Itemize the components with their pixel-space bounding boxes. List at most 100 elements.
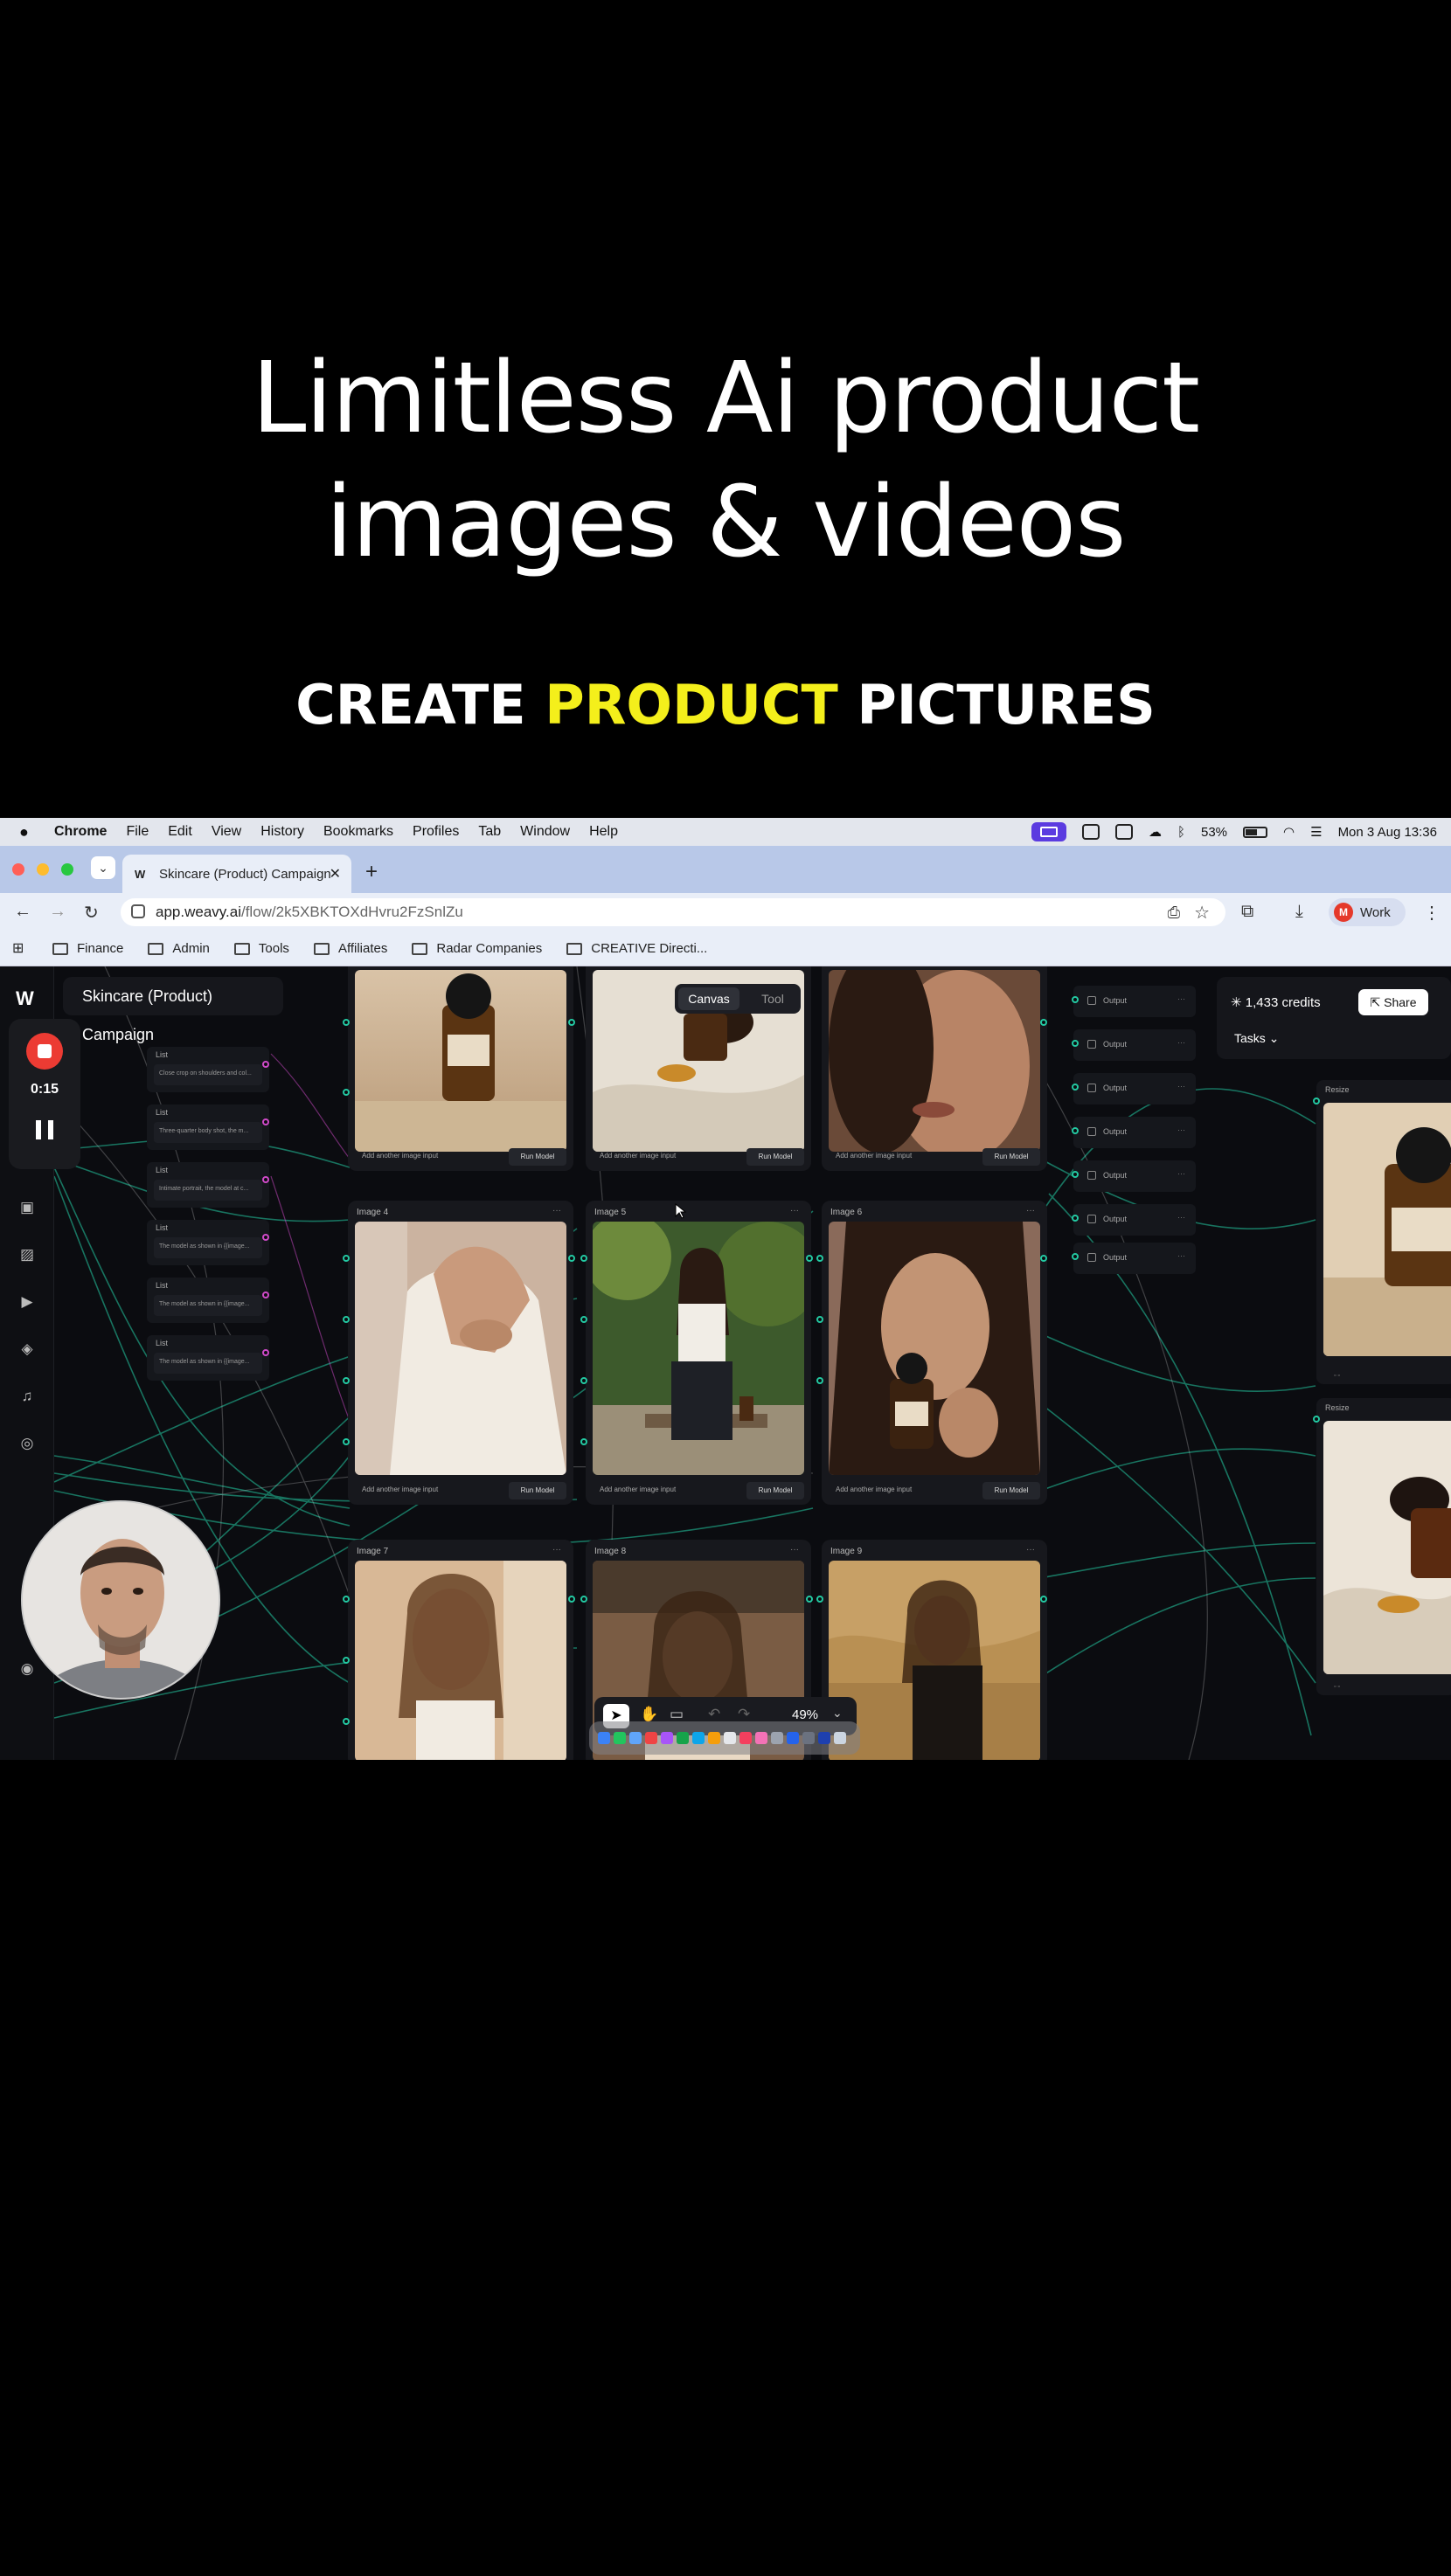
output-node[interactable]: Output ··· bbox=[1073, 1073, 1196, 1104]
resize-input-port[interactable] bbox=[1313, 1098, 1320, 1104]
resize-input-port[interactable] bbox=[1313, 1416, 1320, 1423]
image-node-top-3[interactable]: Add another image input Run Model bbox=[822, 966, 1047, 1171]
list-node-text[interactable]: Intimate portrait, the model at c... bbox=[154, 1180, 262, 1201]
menu-view[interactable]: View bbox=[212, 824, 241, 840]
image-node-7[interactable]: Image 7 ··· bbox=[348, 1540, 573, 1760]
list-node-text[interactable]: The model as shown in {{image... bbox=[154, 1353, 262, 1374]
node-input-port[interactable] bbox=[343, 1255, 350, 1262]
output-node[interactable]: Output ··· bbox=[1073, 1117, 1196, 1148]
more-icon[interactable]: ··· bbox=[1026, 1206, 1035, 1215]
messages-icon[interactable] bbox=[614, 1732, 626, 1744]
wifi-icon[interactable]: ◠ bbox=[1283, 824, 1295, 840]
bluetooth-icon[interactable]: ᛒ bbox=[1177, 825, 1185, 840]
node-output-port[interactable] bbox=[568, 1255, 575, 1262]
node-output-port[interactable] bbox=[1040, 1255, 1047, 1262]
node-input-port[interactable] bbox=[580, 1377, 587, 1384]
image-node-top-1[interactable]: Add another image input Run Model bbox=[348, 966, 573, 1171]
globe-icon[interactable]: ◎ bbox=[17, 1435, 37, 1454]
more-icon[interactable]: ··· bbox=[1177, 1125, 1185, 1134]
list-output-port[interactable] bbox=[262, 1234, 269, 1241]
notes-icon[interactable] bbox=[708, 1732, 720, 1744]
list-node[interactable]: List The model as shown in {{image... bbox=[147, 1335, 269, 1381]
app-icon[interactable] bbox=[818, 1732, 830, 1744]
downloads-icon[interactable] bbox=[802, 1732, 815, 1744]
output-port[interactable] bbox=[1072, 1040, 1079, 1047]
tab-canvas[interactable]: Canvas bbox=[678, 987, 739, 1010]
music-icon[interactable]: ♫ bbox=[17, 1388, 37, 1407]
node-input-port[interactable] bbox=[816, 1255, 823, 1262]
bookmark-finance[interactable]: Finance bbox=[52, 941, 123, 956]
extensions-icon[interactable]: ⧉ bbox=[1241, 902, 1253, 922]
more-icon[interactable]: ··· bbox=[1177, 1169, 1185, 1178]
weavy-logo-icon[interactable]: W bbox=[16, 987, 34, 1010]
list-node-text[interactable]: The model as shown in {{image... bbox=[154, 1237, 262, 1258]
hand-pan-icon[interactable]: ✋ bbox=[640, 1706, 658, 1723]
node-input-port[interactable] bbox=[343, 1089, 350, 1096]
list-output-port[interactable] bbox=[262, 1291, 269, 1298]
list-node[interactable]: List The model as shown in {{image... bbox=[147, 1220, 269, 1265]
project-title[interactable]: Skincare (Product) Campaign bbox=[63, 977, 283, 1043]
more-icon[interactable]: ··· bbox=[1177, 1038, 1185, 1047]
chrome-menu-icon[interactable]: ⋮ bbox=[1423, 902, 1441, 924]
add-image-input-button[interactable]: Add another image input bbox=[600, 1485, 676, 1493]
more-icon[interactable]: ··· bbox=[1177, 994, 1185, 1003]
screen-share-icon[interactable] bbox=[1031, 822, 1066, 841]
app-icon[interactable] bbox=[692, 1732, 705, 1744]
photos-icon[interactable] bbox=[755, 1732, 767, 1744]
redo-icon[interactable]: ↷ bbox=[738, 1706, 750, 1723]
discord-icon[interactable]: ◉ bbox=[17, 1660, 37, 1679]
output-port[interactable] bbox=[1072, 996, 1079, 1003]
back-arrow-icon[interactable]: ← bbox=[14, 902, 31, 922]
node-input-port[interactable] bbox=[343, 1657, 350, 1664]
trash-icon[interactable] bbox=[834, 1732, 846, 1744]
output-node[interactable]: Output ··· bbox=[1073, 1029, 1196, 1061]
node-input-port[interactable] bbox=[580, 1255, 587, 1262]
address-bar[interactable]: app.weavy.ai/flow/2k5XBKTOXdHvru2FzSnlZu… bbox=[121, 898, 1225, 926]
image-node-5[interactable]: Image 5 ··· Add another image input Run Mo… bbox=[586, 1201, 811, 1505]
list-node-text[interactable]: The model as shown in {{image... bbox=[154, 1295, 262, 1316]
more-icon[interactable]: ··· bbox=[552, 1545, 561, 1555]
recorder-icon[interactable] bbox=[1081, 824, 1100, 840]
run-model-button[interactable]: Run Model bbox=[982, 1482, 1040, 1499]
node-input-port[interactable] bbox=[580, 1596, 587, 1603]
music-icon[interactable] bbox=[739, 1732, 752, 1744]
node-output-port[interactable] bbox=[1040, 1019, 1047, 1026]
undo-icon[interactable]: ↶ bbox=[708, 1706, 720, 1723]
run-model-button[interactable]: Run Model bbox=[746, 1148, 804, 1166]
mail-icon[interactable] bbox=[629, 1732, 642, 1744]
menu-tab[interactable]: Tab bbox=[478, 824, 501, 840]
more-icon[interactable]: ··· bbox=[790, 1206, 799, 1215]
add-image-input-button[interactable]: Add another image input bbox=[362, 1485, 438, 1493]
window-icon[interactable] bbox=[1114, 824, 1133, 840]
tab-search-chevron-icon[interactable]: ⌄ bbox=[91, 856, 115, 879]
briefcase-icon[interactable]: ▣ bbox=[17, 1199, 37, 1218]
weavy-canvas[interactable]: W ⁂ ▣ ▨ ▶ ◈ ♫ ◎ ? ◉ 0:15 Skincare (Produ… bbox=[0, 966, 1451, 1760]
settings-icon[interactable] bbox=[771, 1732, 783, 1744]
whatsapp-icon[interactable] bbox=[677, 1732, 689, 1744]
more-icon[interactable]: ··· bbox=[1177, 1082, 1185, 1091]
menu-bookmarks[interactable]: Bookmarks bbox=[323, 824, 393, 840]
menu-window[interactable]: Window bbox=[520, 824, 570, 840]
app-store-icon[interactable] bbox=[787, 1732, 799, 1744]
run-model-button[interactable]: Run Model bbox=[982, 1148, 1040, 1166]
menu-chrome[interactable]: Chrome bbox=[54, 824, 107, 840]
add-image-input-button[interactable]: Add another image input bbox=[600, 1152, 676, 1160]
zoom-level[interactable]: 49% bbox=[792, 1707, 818, 1722]
more-icon[interactable]: ··· bbox=[1026, 1545, 1035, 1555]
more-icon[interactable]: ··· bbox=[1177, 1213, 1185, 1222]
video-icon[interactable]: ▶ bbox=[17, 1293, 37, 1312]
stop-recording-button[interactable] bbox=[26, 1033, 63, 1070]
output-node[interactable]: Output ··· bbox=[1073, 1160, 1196, 1192]
node-output-port[interactable] bbox=[806, 1596, 813, 1603]
output-port[interactable] bbox=[1072, 1171, 1079, 1178]
control-center-icon[interactable]: ☰ bbox=[1310, 824, 1322, 840]
calendar-icon[interactable] bbox=[724, 1732, 736, 1744]
sticky-note-icon[interactable]: ▭ bbox=[670, 1706, 684, 1723]
list-output-port[interactable] bbox=[262, 1118, 269, 1125]
run-model-button[interactable]: Run Model bbox=[509, 1148, 566, 1166]
node-input-port[interactable] bbox=[580, 1316, 587, 1323]
menu-edit[interactable]: Edit bbox=[168, 824, 192, 840]
output-port[interactable] bbox=[1072, 1127, 1079, 1134]
bookmark-star-icon[interactable]: ☆ bbox=[1194, 902, 1210, 924]
list-output-port[interactable] bbox=[262, 1176, 269, 1183]
